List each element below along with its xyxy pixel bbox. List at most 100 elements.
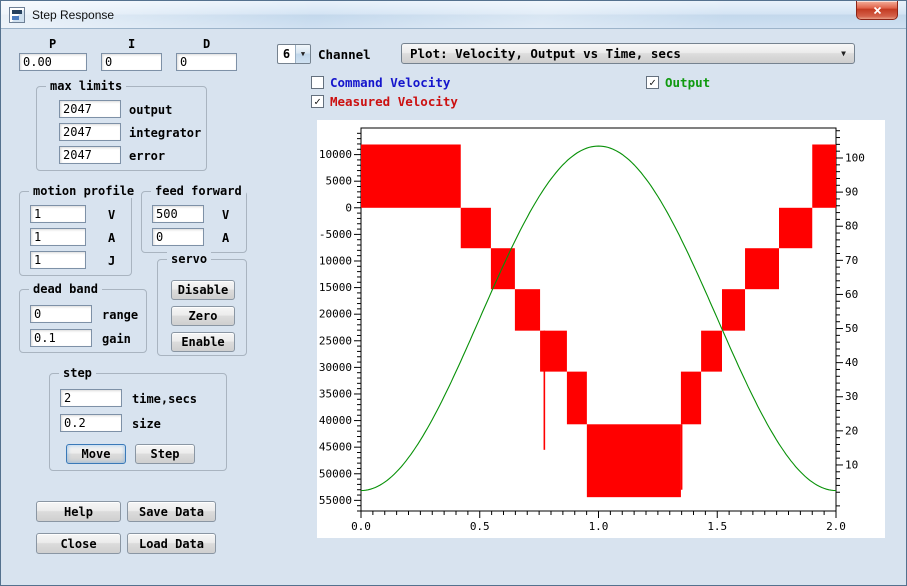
- svg-text:-40000: -40000: [317, 414, 352, 427]
- output-checkbox[interactable]: ✓: [646, 76, 659, 89]
- step-size-input[interactable]: [60, 414, 122, 432]
- command-velocity-checkbox[interactable]: [311, 76, 324, 89]
- step-response-window: Step Response P I D max limits output in…: [0, 0, 907, 586]
- max-error-input[interactable]: [59, 146, 121, 164]
- ff-a-label: A: [222, 231, 230, 245]
- svg-text:1.5: 1.5: [707, 520, 727, 533]
- channel-label: Channel: [318, 47, 371, 62]
- svg-text:-55000: -55000: [317, 494, 352, 507]
- profile-v-input[interactable]: [30, 205, 86, 223]
- window-title: Step Response: [32, 7, 115, 22]
- move-button[interactable]: Move: [66, 444, 126, 464]
- close-button[interactable]: [856, 1, 898, 20]
- plot-combobox[interactable]: Plot: Velocity, Output vs Time, secs ▼: [401, 43, 855, 64]
- svg-text:80: 80: [845, 220, 858, 233]
- svg-text:-50000: -50000: [317, 467, 352, 480]
- help-button[interactable]: Help: [36, 501, 121, 522]
- svg-text:5000: 5000: [326, 175, 353, 188]
- svg-text:-35000: -35000: [317, 387, 352, 400]
- i-input[interactable]: [101, 53, 162, 71]
- svg-text:-25000: -25000: [317, 334, 352, 347]
- gain-label: gain: [102, 332, 131, 346]
- disable-button[interactable]: Disable: [171, 280, 235, 300]
- servo-group: servo Disable Zero Enable: [157, 252, 247, 356]
- gain-input[interactable]: [30, 329, 92, 347]
- step-response-chart: 10000 5000 0 -5000 -10000 -15000 -20000 -25000 -…: [317, 120, 885, 538]
- measured-velocity-checkbox[interactable]: ✓: [311, 95, 324, 108]
- enable-button[interactable]: Enable: [171, 332, 235, 352]
- step-time-input[interactable]: [60, 389, 122, 407]
- step-size-label: size: [132, 417, 161, 431]
- load-data-button[interactable]: Load Data: [127, 533, 216, 554]
- max-output-label: output: [129, 103, 173, 117]
- max-output-input[interactable]: [59, 100, 121, 118]
- plot-select-value: Plot: Velocity, Output vs Time, secs: [410, 46, 681, 61]
- close-dialog-button[interactable]: Close: [36, 533, 121, 554]
- svg-text:90: 90: [845, 186, 858, 199]
- svg-text:2.0: 2.0: [826, 520, 846, 533]
- profile-a-input[interactable]: [30, 228, 86, 246]
- feed-forward-group: feed forward V A: [141, 184, 247, 253]
- channel-combobox[interactable]: 6 ▼: [277, 44, 311, 64]
- svg-text:-20000: -20000: [317, 308, 352, 321]
- command-velocity-label: Command Velocity: [330, 75, 451, 90]
- svg-text:0: 0: [345, 201, 352, 214]
- ff-v-label: V: [222, 208, 230, 222]
- motion-profile-title: motion profile: [29, 184, 139, 198]
- app-icon: [9, 6, 25, 23]
- chevron-down-icon: ▼: [841, 49, 846, 58]
- profile-j-input[interactable]: [30, 251, 86, 269]
- svg-text:10000: 10000: [319, 148, 352, 161]
- ff-a-input[interactable]: [152, 228, 204, 246]
- svg-text:20: 20: [845, 424, 858, 437]
- zero-button[interactable]: Zero: [171, 306, 235, 326]
- step-group: step time,secs size Move Step: [49, 366, 227, 471]
- step-button[interactable]: Step: [135, 444, 195, 464]
- svg-text:30: 30: [845, 390, 858, 403]
- step-time-label: time,secs: [132, 392, 198, 406]
- servo-title: servo: [167, 252, 212, 266]
- svg-text:-45000: -45000: [317, 441, 352, 454]
- output-label: Output: [665, 75, 711, 90]
- svg-text:100: 100: [845, 152, 865, 165]
- max-limits-title: max limits: [46, 79, 127, 93]
- p-label: P: [49, 37, 57, 51]
- p-input[interactable]: [19, 53, 87, 71]
- measured-velocity-label: Measured Velocity: [330, 94, 458, 109]
- svg-text:-15000: -15000: [317, 281, 352, 294]
- max-error-label: error: [129, 149, 166, 163]
- svg-text:-5000: -5000: [319, 228, 352, 241]
- max-integrator-label: integrator: [129, 126, 202, 140]
- profile-a-label: A: [108, 231, 116, 245]
- svg-text:0.5: 0.5: [470, 520, 490, 533]
- svg-text:70: 70: [845, 254, 858, 267]
- i-label: I: [128, 37, 136, 51]
- step-title: step: [59, 366, 96, 380]
- svg-text:10: 10: [845, 458, 858, 471]
- svg-text:50: 50: [845, 322, 858, 335]
- range-label: range: [102, 308, 139, 322]
- feed-forward-title: feed forward: [151, 184, 246, 198]
- d-label: D: [203, 37, 211, 51]
- svg-text:40: 40: [845, 356, 858, 369]
- chevron-down-icon: ▼: [295, 45, 310, 63]
- svg-text:1.0: 1.0: [589, 520, 609, 533]
- svg-text:60: 60: [845, 288, 858, 301]
- channel-value: 6: [282, 47, 291, 61]
- close-icon: [873, 6, 881, 14]
- svg-text:0.0: 0.0: [351, 520, 371, 533]
- profile-v-label: V: [108, 208, 116, 222]
- d-input[interactable]: [176, 53, 237, 71]
- profile-j-label: J: [108, 254, 116, 268]
- motion-profile-group: motion profile V A J: [19, 184, 139, 276]
- titlebar[interactable]: Step Response: [1, 1, 906, 29]
- max-limits-group: max limits output integrator error: [36, 79, 207, 171]
- dead-band-group: dead band range gain: [19, 282, 147, 353]
- max-integrator-input[interactable]: [59, 123, 121, 141]
- ff-v-input[interactable]: [152, 205, 204, 223]
- svg-text:-30000: -30000: [317, 361, 352, 374]
- svg-text:-10000: -10000: [317, 254, 352, 267]
- dead-band-title: dead band: [29, 282, 103, 296]
- save-data-button[interactable]: Save Data: [127, 501, 216, 522]
- range-input[interactable]: [30, 305, 92, 323]
